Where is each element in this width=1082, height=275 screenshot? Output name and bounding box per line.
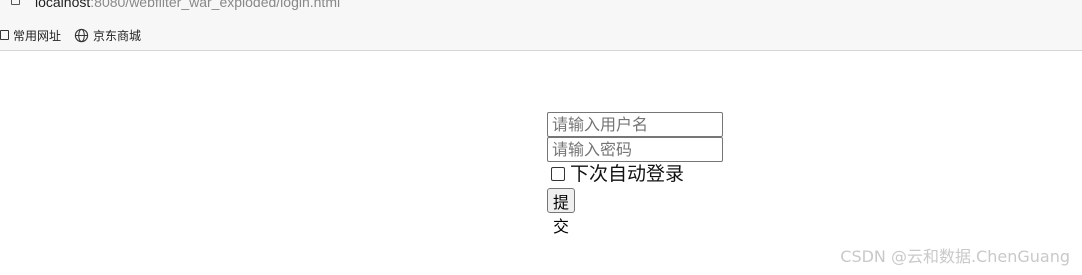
bookmarks-bar: 常用网址 京东商城 (0, 19, 1082, 51)
globe-icon (74, 28, 89, 42)
password-input[interactable] (547, 137, 723, 162)
address-bar[interactable]: localhost:8080/webfilter_war_exploded/lo… (0, 0, 1082, 19)
page-icon (11, 0, 20, 5)
url-text[interactable]: localhost:8080/webfilter_war_exploded/lo… (35, 0, 340, 10)
bookmark-jd-mall[interactable]: 京东商城 (74, 19, 141, 51)
username-input[interactable] (547, 112, 723, 137)
remember-me[interactable]: 下次自动登录 (551, 163, 684, 185)
bookmark-label: 常用网址 (13, 28, 62, 43)
remember-label: 下次自动登录 (570, 163, 685, 185)
watermark: CSDN @云和数据.ChenGuang (840, 247, 1070, 266)
folder-icon (0, 30, 9, 40)
url-host: localhost (35, 0, 91, 10)
submit-button[interactable]: 提交 (547, 188, 576, 236)
remember-checkbox[interactable] (551, 167, 565, 181)
url-path: :8080/webfilter_war_exploded/login.html (90, 0, 341, 10)
bookmark-label: 京东商城 (93, 28, 142, 43)
bookmark-common-sites[interactable]: 常用网址 (0, 19, 61, 51)
